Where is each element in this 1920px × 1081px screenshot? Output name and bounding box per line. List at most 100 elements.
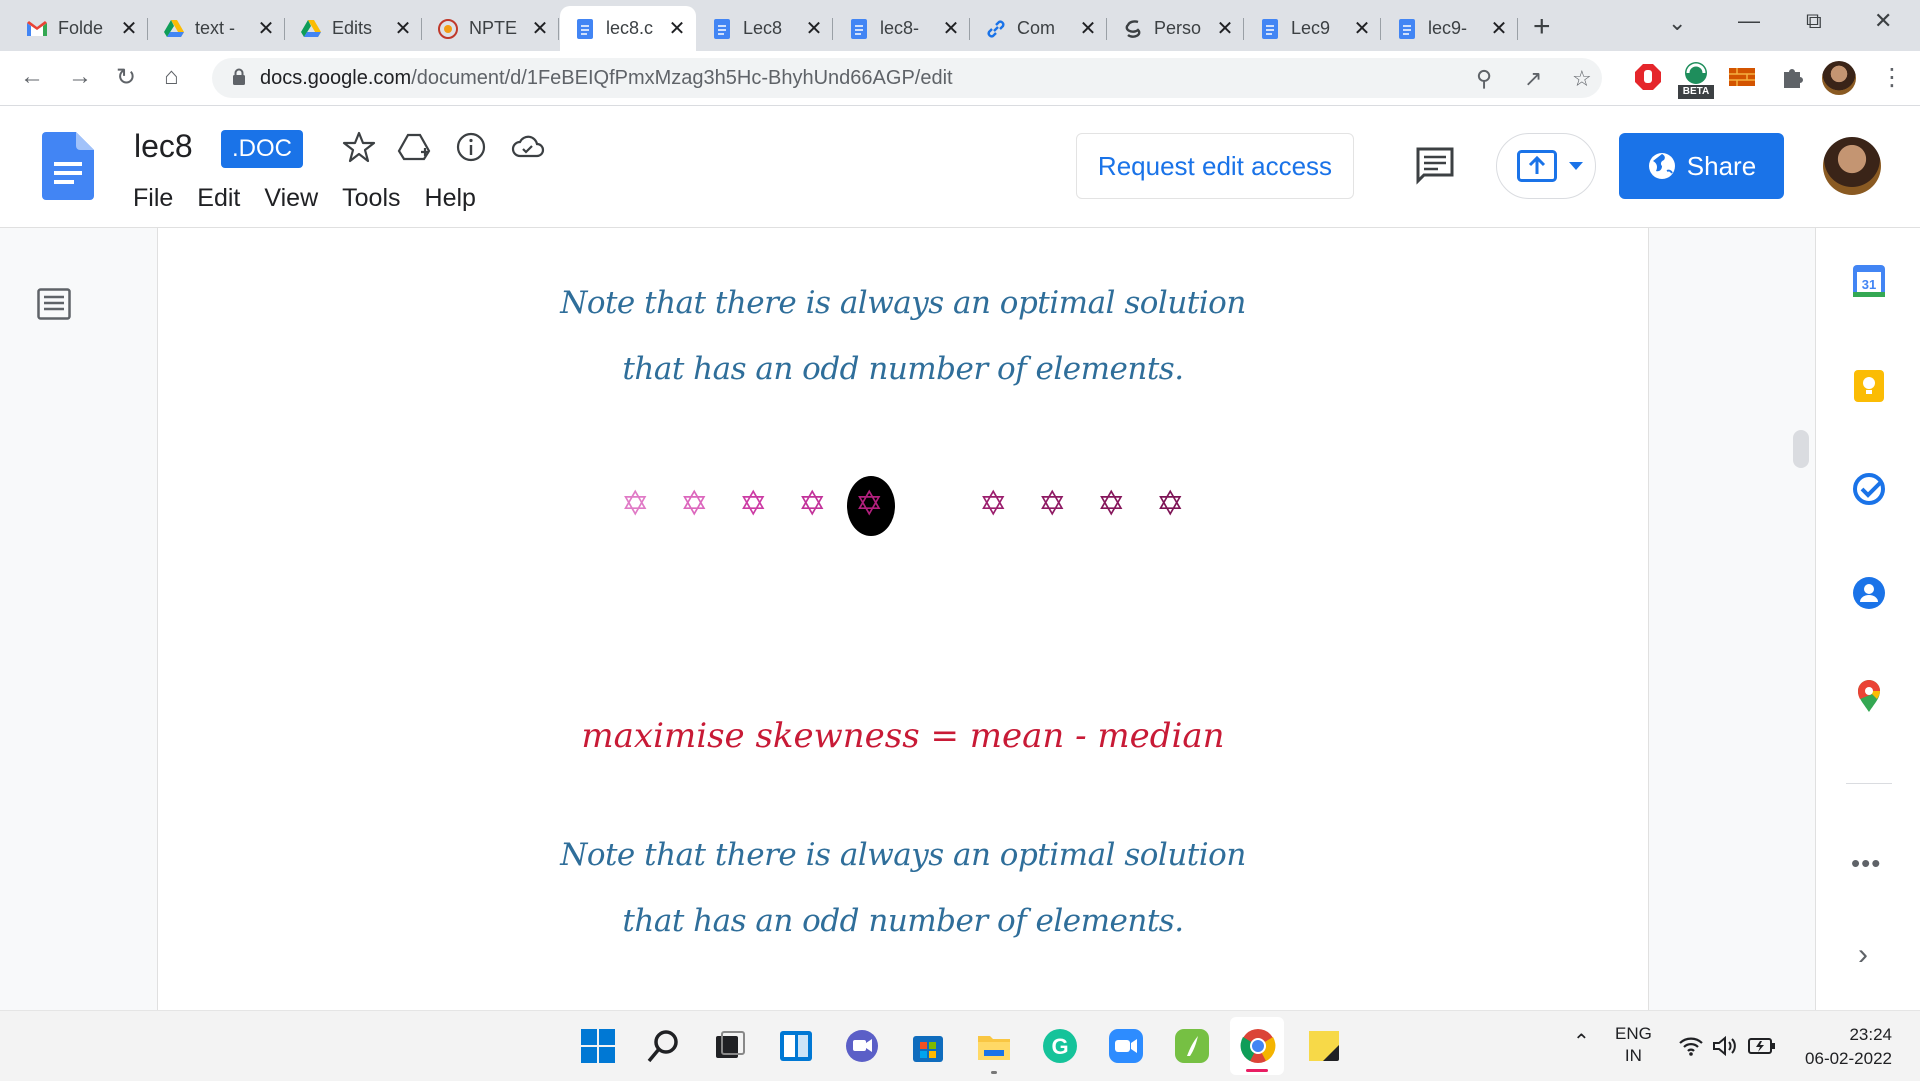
tab-close-icon[interactable]: ✕ (805, 16, 823, 41)
document-title[interactable]: lec8 (134, 128, 193, 165)
new-tab-button[interactable]: + (1533, 10, 1551, 44)
browser-tab-active[interactable]: lec8.c ✕ (560, 6, 696, 51)
tab-title: lec9- (1428, 18, 1468, 38)
browser-tab[interactable]: text - ✕ (149, 6, 285, 51)
expand-panel-chevron-icon[interactable]: › (1858, 938, 1868, 972)
tab-close-icon[interactable]: ✕ (531, 16, 549, 41)
cloud-status-icon[interactable] (511, 130, 545, 164)
tray-overflow-chevron-icon[interactable]: ⌃ (1573, 1029, 1590, 1054)
windows-start-icon[interactable] (580, 1028, 616, 1064)
tab-close-icon[interactable]: ✕ (1079, 16, 1097, 41)
tab-close-icon[interactable]: ✕ (257, 16, 275, 41)
tab-separator (1106, 18, 1107, 40)
browser-tab[interactable]: Com ✕ (971, 6, 1107, 51)
tab-close-icon[interactable]: ✕ (942, 16, 960, 41)
task-view-icon[interactable] (712, 1028, 748, 1064)
menu-file[interactable]: File (133, 184, 173, 213)
microsoft-store-icon[interactable] (910, 1028, 946, 1064)
side-panel: 31 ••• › (1815, 228, 1920, 1010)
minimize-icon[interactable]: — (1738, 8, 1760, 34)
file-explorer-icon[interactable] (976, 1028, 1012, 1064)
wifi-icon[interactable] (1678, 1035, 1704, 1057)
present-upload-icon (1517, 150, 1557, 182)
volume-icon[interactable] (1712, 1035, 1738, 1057)
tab-close-icon[interactable]: ✕ (668, 16, 686, 41)
home-icon[interactable]: ⌂ (164, 63, 179, 91)
browser-menu-icon[interactable]: ⋮ (1880, 63, 1904, 92)
adblock-extension-icon[interactable] (1634, 63, 1662, 91)
share-page-icon[interactable]: ↗ (1524, 66, 1542, 92)
tab-close-icon[interactable]: ✕ (1490, 16, 1508, 41)
teams-chat-icon[interactable] (844, 1028, 880, 1064)
present-button[interactable] (1496, 133, 1596, 199)
bookmark-star-icon[interactable]: ☆ (1572, 66, 1592, 92)
window-close-icon[interactable]: ✕ (1874, 8, 1892, 34)
note-text-top: Note that there is always an optimal sol… (158, 270, 1648, 402)
swirl-icon (1122, 18, 1144, 40)
menu-view[interactable]: View (264, 184, 318, 213)
language-indicator[interactable]: ENG IN (1615, 1023, 1652, 1067)
search-icon[interactable] (646, 1028, 682, 1064)
clock[interactable]: 23:24 06-02-2022 (1796, 1023, 1892, 1071)
move-to-drive-icon[interactable] (397, 130, 431, 164)
keep-icon[interactable] (1851, 368, 1887, 404)
tab-close-icon[interactable]: ✕ (1353, 16, 1371, 41)
docs-icon (1396, 18, 1418, 40)
star-1: ✡ (621, 485, 650, 523)
tab-close-icon[interactable]: ✕ (120, 16, 138, 41)
document-outline-icon[interactable] (37, 288, 71, 320)
comments-icon[interactable] (1415, 146, 1455, 186)
sticky-notes-icon[interactable] (1306, 1028, 1342, 1064)
explorer-running-indicator (991, 1071, 997, 1074)
tab-close-icon[interactable]: ✕ (1216, 16, 1234, 41)
calendar-icon[interactable]: 31 (1851, 263, 1887, 299)
reload-icon[interactable]: ↻ (116, 63, 136, 92)
docs-logo-icon[interactable] (42, 132, 94, 200)
widgets-icon[interactable] (778, 1028, 814, 1064)
chrome-icon[interactable] (1240, 1028, 1276, 1064)
browser-tab[interactable]: lec8- ✕ (834, 6, 970, 51)
tab-close-icon[interactable]: ✕ (394, 16, 412, 41)
evernote-style-icon[interactable] (1174, 1028, 1210, 1064)
star-icon[interactable] (342, 130, 376, 164)
beta-extension-icon[interactable]: BETA (1676, 59, 1716, 99)
browser-tab[interactable]: Edits ✕ (286, 6, 422, 51)
brick-extension-icon[interactable] (1728, 63, 1756, 91)
star-6: ✡ (979, 485, 1008, 523)
star-7: ✡ (1038, 485, 1067, 523)
menu-edit[interactable]: Edit (197, 184, 240, 213)
browser-profile-avatar[interactable] (1822, 61, 1856, 95)
tasks-icon[interactable] (1851, 471, 1887, 507)
document-page[interactable]: Note that there is always an optimal sol… (157, 228, 1649, 1010)
restore-icon[interactable]: ⧉ (1806, 8, 1822, 34)
battery-icon[interactable] (1748, 1037, 1776, 1055)
back-icon[interactable]: ← (20, 63, 44, 91)
browser-tab[interactable]: lec9- ✕ (1382, 6, 1518, 51)
contacts-icon[interactable] (1851, 575, 1887, 611)
grammarly-icon[interactable]: G (1042, 1028, 1078, 1064)
share-button[interactable]: Share (1619, 133, 1784, 199)
maps-icon[interactable] (1851, 678, 1887, 714)
address-bar[interactable]: docs.google.com/document/d/1FeBEIQfPmxMz… (212, 58, 1602, 98)
browser-tab[interactable]: Perso ✕ (1108, 6, 1244, 51)
forward-icon[interactable]: → (68, 63, 92, 91)
browser-tab[interactable]: Folde ✕ (12, 6, 148, 51)
account-avatar[interactable] (1823, 137, 1881, 195)
info-icon[interactable] (454, 130, 488, 164)
browser-tab[interactable]: Lec8 ✕ (697, 6, 833, 51)
zoom-icon[interactable]: ⚲ (1476, 66, 1492, 92)
browser-tab[interactable]: Lec9 ✕ (1245, 6, 1381, 51)
more-addons-icon[interactable]: ••• (1851, 848, 1881, 879)
browser-tab[interactable]: NPTE ✕ (423, 6, 559, 51)
extensions-puzzle-icon[interactable] (1778, 63, 1806, 91)
tab-search-icon[interactable]: ⌄ (1668, 10, 1686, 36)
note-line-1: Note that there is always an optimal sol… (560, 285, 1246, 321)
menu-help[interactable]: Help (425, 184, 476, 213)
tab-title: Folde (58, 18, 104, 38)
note-line-2: that has an odd number of elements. (622, 351, 1184, 387)
menu-tools[interactable]: Tools (342, 184, 400, 213)
request-edit-access-button[interactable]: Request edit access (1076, 133, 1354, 199)
vertical-scrollbar-thumb[interactable] (1793, 430, 1809, 468)
zoom-app-icon[interactable] (1108, 1028, 1144, 1064)
beta-badge: BETA (1678, 85, 1714, 99)
